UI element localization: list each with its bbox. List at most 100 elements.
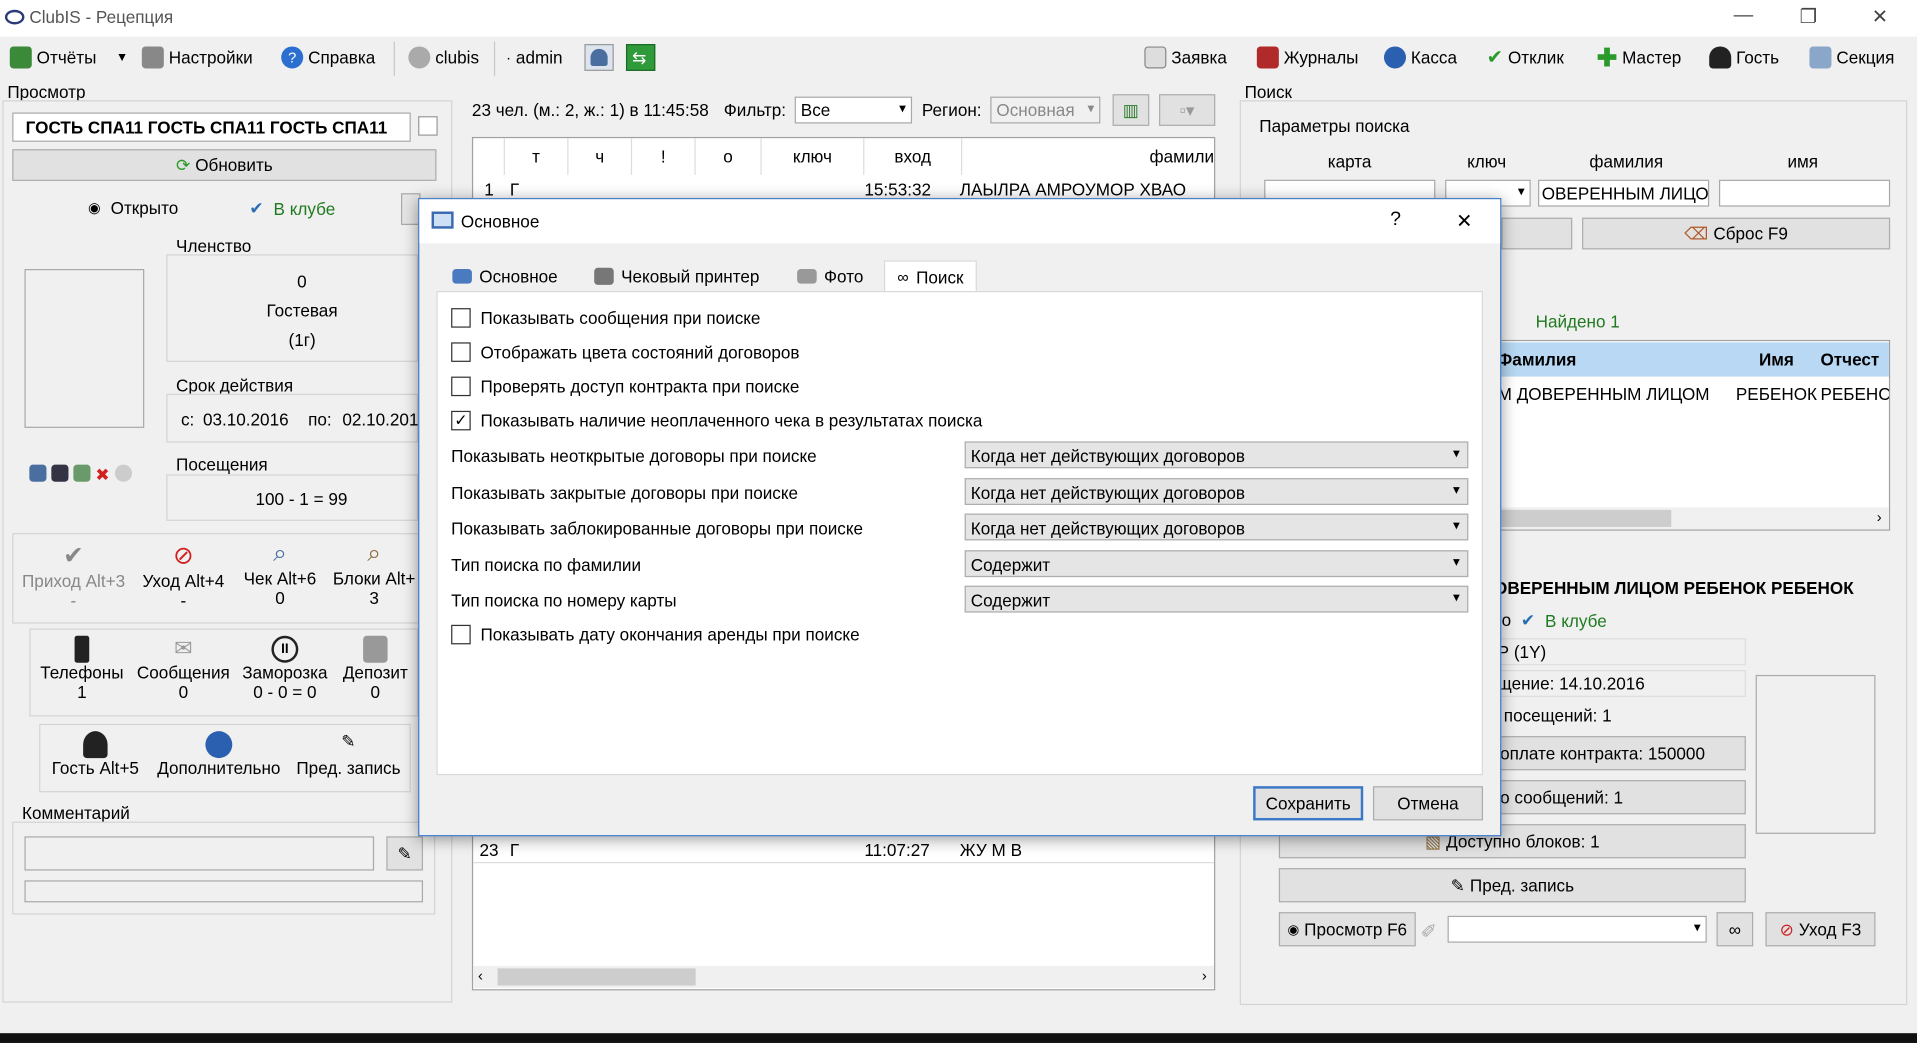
cancel-button[interactable]: Отмена [1372, 786, 1484, 821]
name-input[interactable] [1718, 179, 1891, 207]
header-t[interactable]: т [505, 138, 569, 175]
horizontal-scrollbar[interactable]: ‹ › [473, 965, 1215, 988]
guest-alt5-button[interactable]: Гость Alt+5 [44, 731, 147, 778]
header-o[interactable]: о [696, 138, 762, 175]
check-contract-access[interactable]: Проверять доступ контракта при поиске [451, 376, 799, 397]
comment-input[interactable] [24, 836, 375, 871]
header-key[interactable]: ключ [762, 138, 865, 175]
deposit-button[interactable]: Депозит 0 [337, 635, 413, 702]
arrive-button[interactable]: ✔ Приход Alt+3- [22, 540, 125, 610]
tab-photo[interactable]: Фото [784, 260, 877, 292]
membership-label: Членство [176, 235, 252, 256]
dialog-help-button[interactable]: ? [1390, 209, 1401, 231]
check-contract-colors[interactable]: Отображать цвета состояний договоров [451, 342, 800, 362]
phones-button[interactable]: Телефоны 1 [34, 635, 129, 702]
tab-receipt-printer[interactable]: Чековый принтер [581, 260, 773, 292]
region-select[interactable]: Основная [990, 96, 1101, 124]
refresh-button[interactable]: ⟳ Обновить [12, 149, 437, 181]
check-rent-end-date[interactable]: Показывать дату окончания аренды при пои… [451, 624, 860, 645]
binoculars-button[interactable]: ∞ [1716, 912, 1754, 947]
reports-menu[interactable]: Отчёты ▼ [9, 44, 128, 71]
maximize-button[interactable]: ❐ [1800, 5, 1818, 29]
tab-search-label: Поиск [916, 267, 964, 287]
right-prereg-button[interactable]: ✎ Пред. запись [1278, 868, 1746, 903]
option-closed-select[interactable]: Когда нет действующих договоров [964, 478, 1469, 505]
lock-button[interactable] [584, 44, 614, 71]
check-show-messages[interactable]: Показывать сообщения при поиске [451, 308, 760, 328]
reports-label: Отчёты [36, 47, 97, 68]
result-patronymic: РЕБЕНС [1820, 383, 1889, 404]
checkbox-checked[interactable]: ✓ [451, 410, 471, 431]
view-f6-button[interactable]: ◉ Просмотр F6 [1278, 912, 1416, 947]
checkbox[interactable] [451, 624, 471, 645]
dialog-close-button[interactable]: ✕ [1456, 209, 1472, 233]
response-button[interactable]: ✔ Отклик [1487, 44, 1564, 71]
open-photo-icon[interactable] [29, 464, 47, 482]
header-entry[interactable]: вход [864, 138, 963, 175]
blocks-button[interactable]: ⌕ Блоки Alt+ 3 [330, 540, 418, 607]
results-header-name[interactable]: Имя [1732, 350, 1820, 370]
camera-icon[interactable] [73, 464, 91, 482]
payment-button[interactable]: оплате контракта: 150000 [1494, 736, 1746, 771]
save-icon[interactable] [51, 464, 69, 482]
additional-button[interactable]: Дополнительно [152, 731, 286, 778]
results-scrollbar[interactable]: › [1495, 507, 1889, 530]
header-surname[interactable]: фамили [962, 138, 1214, 175]
checkbox[interactable] [451, 376, 471, 397]
small-checkbox[interactable] [418, 116, 438, 136]
zoom-icon[interactable] [114, 464, 132, 482]
receipt-button[interactable]: ⌕ Чек Alt+6 0 [235, 540, 325, 607]
scroll-left-icon[interactable]: ‹ [478, 967, 483, 984]
cash-menu[interactable]: Касса [1383, 44, 1457, 71]
option-card-search-select[interactable]: Содержит [964, 585, 1469, 613]
section-button[interactable]: Секция [1809, 44, 1894, 71]
table-row[interactable]: 23 Г 11:07:27 ЖУ М В [473, 836, 1215, 864]
exit-button[interactable]: ⇆ [625, 44, 656, 71]
check-unpaid-receipt[interactable]: ✓ Показывать наличие неоплаченного чека в… [451, 410, 982, 431]
table-row[interactable]: М ДОВЕРЕННЫМ ЛИЦОМ РЕБЕНОК РЕБЕНС [1495, 380, 1889, 407]
tab-main[interactable]: Основное [439, 260, 571, 292]
header-ch[interactable]: ч [569, 138, 633, 175]
close-window-button[interactable]: ✕ [1872, 5, 1888, 29]
option-surname-search-select[interactable]: Содержит [964, 550, 1469, 578]
settings-menu[interactable]: Настройки [141, 44, 253, 71]
reset-button[interactable]: ⌫ Сброс F9 [1582, 217, 1891, 250]
filter-select[interactable]: Все [794, 96, 913, 124]
guest-button[interactable]: Гость [1709, 44, 1779, 71]
stats-button[interactable]: ▥ [1112, 94, 1150, 126]
checkbox[interactable] [451, 308, 471, 328]
printer-icon [594, 267, 614, 285]
prereg-button[interactable]: ✎ Пред. запись [291, 731, 406, 777]
edit-comment-button[interactable]: ✎ [386, 836, 424, 871]
response-label: Отклик [1507, 47, 1564, 68]
messages-button[interactable]: ✉ Сообщения 0 [134, 636, 232, 702]
results-header-surname[interactable]: Фамилия [1495, 350, 1732, 370]
help-menu[interactable]: ? Справка [281, 44, 375, 71]
leave-button[interactable]: ⊘ Уход Alt+4- [134, 540, 232, 610]
master-button[interactable]: ✚ Мастер [1597, 44, 1682, 72]
delete-icon[interactable]: ✖ [95, 465, 109, 486]
request-button[interactable]: Заявка [1144, 44, 1227, 71]
extra-select[interactable] [1447, 915, 1707, 943]
options-button[interactable]: ▫▾ [1159, 94, 1216, 126]
messages-count-button[interactable]: о сообщений: 1 [1494, 780, 1746, 815]
surname-input[interactable]: ОВЕРЕННЫМ ЛИЦОМ [1538, 179, 1710, 207]
check-icon: ✔ [1520, 610, 1536, 630]
journals-menu[interactable]: Журналы [1256, 44, 1358, 71]
header-flag[interactable]: ! [632, 138, 696, 175]
leave-f3-button[interactable]: ⊘ Уход F3 [1765, 912, 1876, 947]
binoculars-icon: ∞ [1728, 919, 1741, 940]
freeze-button[interactable]: II Заморозка 0 - 0 = 0 [235, 635, 335, 702]
results-header-patronymic[interactable]: Отчест [1820, 350, 1888, 370]
option-blocked-select[interactable]: Когда нет действующих договоров [964, 513, 1469, 541]
tab-search[interactable]: ∞ Поиск [883, 260, 977, 294]
minimize-button[interactable]: — [1734, 5, 1754, 27]
option-unopened-select[interactable]: Когда нет действующих договоров [964, 441, 1469, 469]
search-button[interactable] [1501, 217, 1573, 250]
scroll-thumb[interactable] [497, 968, 696, 986]
save-button[interactable]: Сохранить [1253, 786, 1364, 821]
scroll-right-icon[interactable]: › [1202, 967, 1207, 984]
scroll-right-icon[interactable]: › [1877, 509, 1882, 526]
checkbox[interactable] [451, 342, 471, 362]
scroll-thumb[interactable] [1495, 509, 1672, 527]
